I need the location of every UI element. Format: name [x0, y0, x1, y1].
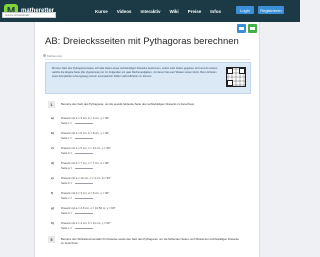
- nav-item-wiki[interactable]: Wiki: [169, 9, 178, 14]
- subtask-question: Seite a =: [61, 166, 73, 170]
- subtask-label: d): [51, 161, 54, 165]
- login-button[interactable]: Login: [236, 6, 254, 14]
- search-input[interactable]: Suche Arbeitsblatt: [2, 12, 56, 18]
- task-number: 5: [48, 236, 55, 243]
- subtask-c: c) Dreieck mit a = 5 cm, c = 13 cm, γ = …: [51, 146, 241, 160]
- answer-field[interactable]: [75, 123, 93, 124]
- main-nav: Kurse Videos Interaktiv Wiki Preise Info…: [95, 0, 230, 22]
- page-title: AB: Dreiecksseiten mit Pythagoras berech…: [45, 36, 239, 47]
- answer-field[interactable]: [75, 183, 93, 184]
- subtask-given: Dreieck mit a = 3 cm, b = 4 cm, γ = 90°: [61, 116, 110, 120]
- intro-text: Mit dem Satz des Pythagoras lassen sich …: [52, 67, 218, 78]
- worksheet-card: AB: Dreiecksseiten mit Pythagoras berech…: [34, 22, 260, 257]
- subtask-label: h): [51, 221, 54, 225]
- nav-item-infos[interactable]: Infos: [210, 9, 221, 14]
- answer-field[interactable]: [75, 228, 93, 229]
- subtask-e: e) Dreieck mit a = 12 cm, c = 4 cm, β = …: [51, 176, 241, 190]
- subtask-question: Seite c =: [61, 121, 72, 125]
- divider: [45, 59, 251, 60]
- subtask-question: Seite c =: [61, 226, 72, 230]
- subtask-given: Dreieck mit b = 3 cm, a = 6 cm, γ = 90°: [61, 191, 110, 195]
- answer-field[interactable]: [75, 153, 93, 154]
- task-text: Benutze den Winkelsummensatz für Dreieck…: [61, 237, 240, 245]
- subtask-given: Dreieck mit a = 5 cm, c = 13 cm, γ = 90°: [61, 146, 111, 150]
- subtask-given: Dreieck mit a = 2,5 cm, c = 10,56 m, γ =…: [61, 206, 116, 210]
- subtask-label: a): [51, 116, 54, 120]
- subtask-f: f) Dreieck mit b = 3 cm, a = 6 cm, γ = 9…: [51, 191, 241, 205]
- subtask-given: Dreieck mit a = 6 cm, b = 8 cm, γ = 90°: [61, 131, 110, 135]
- subtask-given: Dreieck mit b = 7 cm, c = 7 cm, α = 90°: [61, 161, 110, 165]
- subtask-label: c): [51, 146, 54, 150]
- answer-field[interactable]: [75, 168, 93, 169]
- register-button[interactable]: Registrieren: [258, 6, 284, 14]
- subtask-d: d) Dreieck mit b = 7 cm, c = 7 cm, α = 9…: [51, 161, 241, 175]
- nav-item-videos[interactable]: Videos: [117, 9, 132, 14]
- task-number: 1: [48, 101, 55, 108]
- qr-code-icon: [226, 67, 246, 87]
- subtask-label: b): [51, 131, 54, 135]
- download-icon[interactable]: [248, 24, 257, 33]
- subtask-question: Seite b =: [61, 151, 73, 155]
- intro-box: Mit dem Satz des Pythagoras lassen sich …: [45, 62, 251, 94]
- subtask-g: g) Dreieck mit a = 2,5 cm, c = 10,56 m, …: [51, 206, 241, 220]
- print-icon[interactable]: [237, 24, 246, 33]
- nav-item-preise[interactable]: Preise: [188, 9, 202, 14]
- subtask-question: Seite c =: [61, 136, 72, 140]
- nav-item-kurse[interactable]: Kurse: [95, 9, 108, 14]
- subtask-question: Seite b =: [61, 211, 73, 215]
- subtask-question: Seite b =: [61, 181, 73, 185]
- subtask-question: Seite c =: [61, 196, 72, 200]
- subtask-b: b) Dreieck mit a = 6 cm, b = 8 cm, γ = 9…: [51, 131, 241, 145]
- subtask-given: Dreieck mit a = 12 cm, c = 4 cm, β = 90°: [61, 176, 111, 180]
- answer-field[interactable]: [75, 198, 93, 199]
- subtask-label: e): [51, 176, 54, 180]
- subtask-label: f): [51, 191, 53, 195]
- subtask-h: h) Dreieck mit a = 4 cm, b = 11 cm, γ = …: [51, 221, 241, 235]
- author-avatar: [43, 54, 46, 57]
- top-navigation-bar: M matheretter Kurse Videos Interaktiv Wi…: [0, 0, 300, 22]
- answer-field[interactable]: [75, 138, 93, 139]
- subtask-a: a) Dreieck mit a = 3 cm, b = 4 cm, γ = 9…: [51, 116, 241, 130]
- task-text: Benutze den Satz des Pythagoras, um die …: [61, 102, 196, 106]
- author-name[interactable]: Matheretter: [47, 54, 62, 58]
- nav-item-interaktiv[interactable]: Interaktiv: [140, 9, 160, 14]
- subtask-given: Dreieck mit a = 4 cm, b = 11 cm, γ = 90°: [61, 221, 111, 225]
- subtask-label: g): [51, 206, 54, 210]
- answer-field[interactable]: [75, 213, 93, 214]
